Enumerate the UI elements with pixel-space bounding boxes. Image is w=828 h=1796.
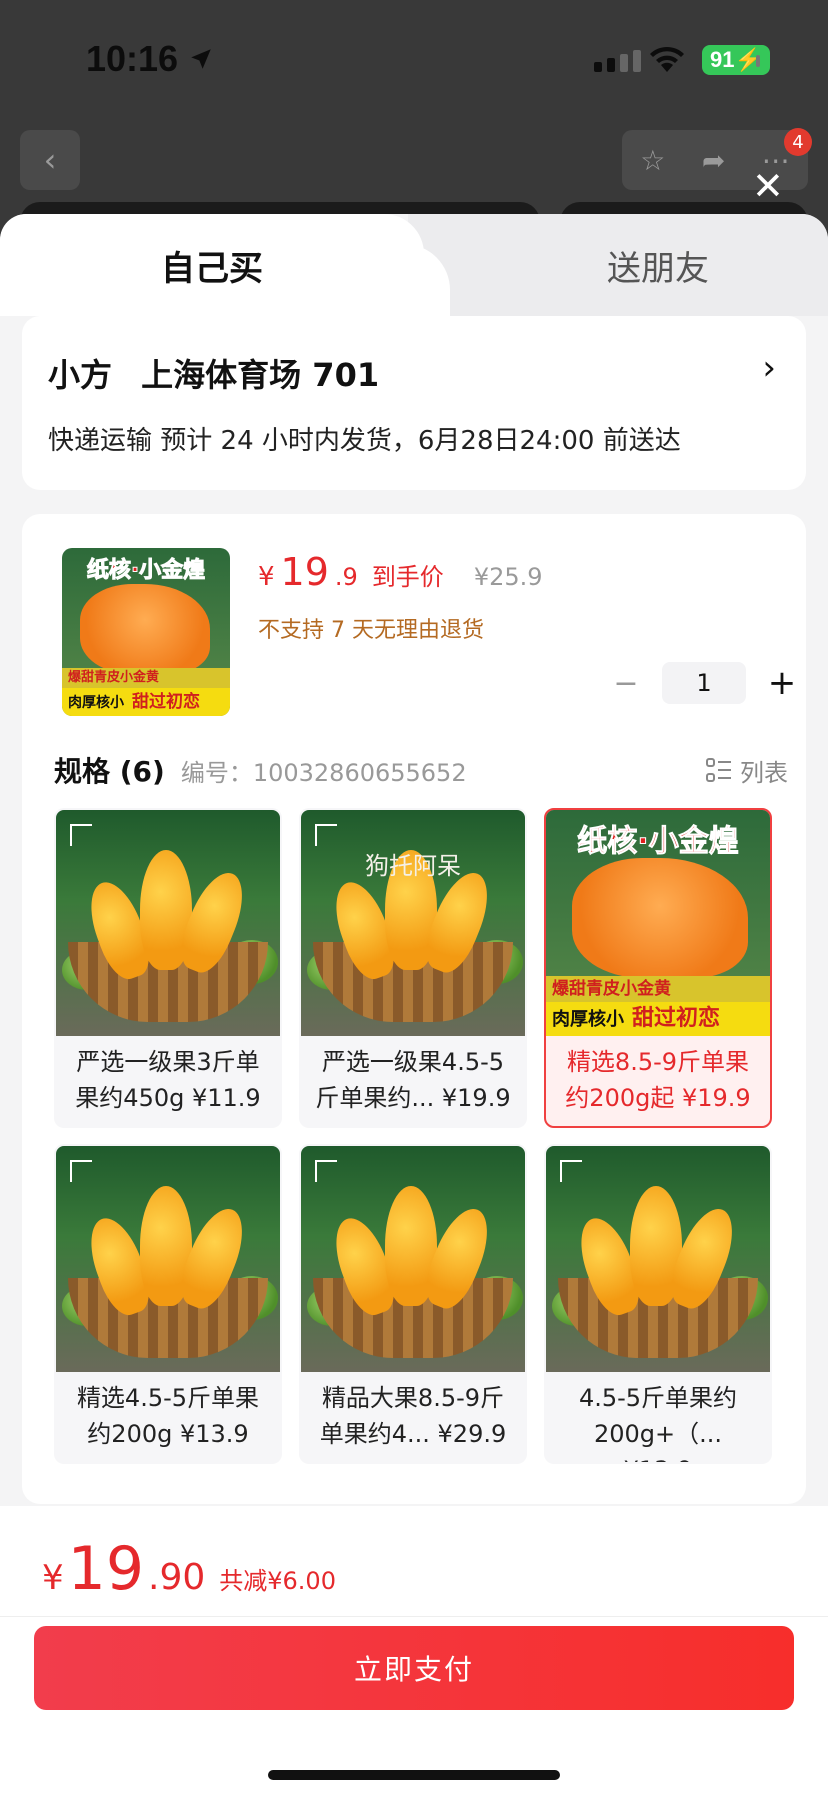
- option-image: 纸核·小金煌 爆甜青皮小金黄 肉厚核小 甜过初恋: [546, 810, 770, 1036]
- pay-now-button[interactable]: 立即支付: [34, 1626, 794, 1710]
- tab-self-label: 自己买: [161, 248, 263, 289]
- spec-option[interactable]: 精选4.5-5斤单果约200g ¥13.9: [54, 1144, 282, 1464]
- option-image: [56, 1146, 280, 1372]
- tab-self[interactable]: 自己买: [0, 214, 424, 316]
- spec-option[interactable]: 严选一级果3斤单果约450g ¥11.9: [54, 808, 282, 1128]
- mango-flesh-art: [80, 584, 210, 674]
- purchase-tabs: 送朋友 自己买: [0, 214, 828, 316]
- spec-option[interactable]: 精品大果8.5-9斤单果约4... ¥29.9: [299, 1144, 527, 1464]
- expand-icon[interactable]: [315, 824, 337, 846]
- increase-button[interactable]: +: [762, 663, 802, 703]
- option-label: 严选一级果4.5-5斤单果约... ¥19.9: [315, 1048, 511, 1112]
- star-icon[interactable]: ☆: [640, 144, 665, 177]
- wifi-icon: [650, 46, 684, 72]
- expand-icon[interactable]: [315, 1160, 337, 1182]
- total-decimal: .90: [148, 1557, 206, 1598]
- option-promo-band1: 爆甜青皮小金黄: [546, 976, 770, 1002]
- battery-tip: [756, 55, 760, 67]
- thumb-band1: 爆甜青皮小金黄: [62, 668, 230, 688]
- location-arrow-icon: [191, 49, 211, 69]
- status-bar: 10:16 91⚡: [0, 0, 828, 120]
- option-promo-band2-small: 肉厚核小: [552, 1009, 624, 1030]
- checkout-footer: ¥ 19 .90 共减¥6.00 立即支付: [0, 1506, 828, 1796]
- expand-icon[interactable]: [560, 1160, 582, 1182]
- address-card[interactable]: 小方 上海体育场 701 › 快递运输 预计 24 小时内发货，6月28日24:…: [22, 316, 806, 490]
- share-icon[interactable]: ➦: [702, 144, 725, 177]
- battery-level: 91: [710, 47, 735, 72]
- tab-gift[interactable]: 送朋友: [408, 214, 828, 316]
- thumb-band2-big: 甜过初恋: [132, 692, 200, 712]
- quantity-value[interactable]: 1: [662, 662, 746, 704]
- total-price: ¥ 19 .90 共减¥6.00: [42, 1534, 336, 1604]
- price-integer: 19: [280, 550, 329, 594]
- option-label: 严选一级果3斤单果约450g ¥11.9: [75, 1048, 261, 1112]
- price-decimal: .9: [334, 563, 358, 591]
- option-image: [301, 1146, 525, 1372]
- list-label: 列表: [740, 758, 788, 787]
- option-image: 狗托阿呆: [301, 810, 525, 1036]
- back-icon: ‹: [43, 141, 57, 179]
- product-price: ¥ 19 .9 到手价 ¥25.9: [258, 550, 543, 594]
- address-location: 上海体育场 701: [141, 356, 380, 394]
- option-label: 精选4.5-5斤单果约200g ¥13.9: [76, 1384, 260, 1448]
- spec-option-selected[interactable]: 纸核·小金煌 爆甜青皮小金黄 肉厚核小 甜过初恋 精选8.5-9斤单果约200g起…: [544, 808, 772, 1128]
- original-price: ¥25.9: [473, 563, 543, 591]
- home-indicator[interactable]: [268, 1770, 560, 1780]
- shipping-info: 快递运输 预计 24 小时内发货，6月28日24:00 前送达: [48, 426, 681, 456]
- decrease-button[interactable]: −: [606, 666, 646, 701]
- product-card: 纸核·小金煌 爆甜青皮小金黄 肉厚核小 甜过初恋 ¥ 19 .9 到手价 ¥25.…: [22, 514, 806, 1504]
- quantity-stepper: − 1 +: [606, 662, 802, 704]
- product-thumbnail[interactable]: 纸核·小金煌 爆甜青皮小金黄 肉厚核小 甜过初恋: [62, 548, 230, 716]
- expand-icon[interactable]: [70, 824, 92, 846]
- thumb-band2-small: 肉厚核小: [68, 695, 124, 711]
- option-label: 4.5-5斤单果约200g+（... ¥13.9: [578, 1384, 738, 1462]
- price-label: 到手价: [371, 563, 444, 591]
- thumb-title: 纸核·小金煌: [86, 558, 206, 584]
- option-label: 精选8.5-9斤单果约200g起 ¥19.9: [565, 1048, 751, 1112]
- spec-option[interactable]: 狗托阿呆 严选一级果4.5-5斤单果约... ¥19.9: [299, 808, 527, 1128]
- option-promo-band2: 肉厚核小 甜过初恋: [546, 1002, 770, 1036]
- option-promo-title: 纸核·小金煌: [577, 824, 739, 860]
- list-icon: [706, 758, 731, 782]
- spec-header: 规格 (6) 编号：10032860655652 列表: [54, 750, 788, 790]
- time-text: 10:16: [86, 38, 179, 79]
- list-view-toggle[interactable]: 列表: [706, 753, 788, 788]
- savings-text: 共减¥6.00: [219, 1567, 336, 1595]
- cart-badge: 4: [784, 128, 812, 156]
- thumb-band2: 肉厚核小 甜过初恋: [62, 688, 230, 716]
- spec-option[interactable]: 4.5-5斤单果约200g+（... ¥13.9: [544, 1144, 772, 1464]
- divider: [0, 1616, 828, 1617]
- status-time: 10:16: [86, 38, 214, 80]
- spec-code: 编号：10032860655652: [180, 758, 467, 787]
- chevron-right-icon: ›: [762, 348, 776, 388]
- spec-title: 规格 (6): [54, 755, 165, 788]
- address-line: 小方 上海体育场 701: [48, 350, 379, 396]
- total-integer: 19: [67, 1534, 144, 1604]
- total-currency: ¥: [42, 1558, 64, 1598]
- return-notice: 不支持 7 天无理由退货: [258, 618, 484, 643]
- tab-gift-label: 送朋友: [607, 248, 709, 289]
- signal-icon: [594, 50, 641, 72]
- price-currency: ¥: [258, 562, 275, 592]
- option-promo-band2-big: 甜过初恋: [632, 1006, 721, 1031]
- recipient-name: 小方: [48, 356, 113, 394]
- back-button[interactable]: ‹: [20, 130, 80, 190]
- spec-options-grid: 严选一级果3斤单果约450g ¥11.9 狗托阿呆 严选一级果4.5-5斤单果约…: [54, 808, 796, 1464]
- option-image: [546, 1146, 770, 1372]
- option-label: 精品大果8.5-9斤单果约4... ¥29.9: [319, 1384, 507, 1448]
- expand-icon[interactable]: [70, 1160, 92, 1182]
- option-image: [56, 810, 280, 1036]
- image-watermark: 狗托阿呆: [365, 852, 461, 880]
